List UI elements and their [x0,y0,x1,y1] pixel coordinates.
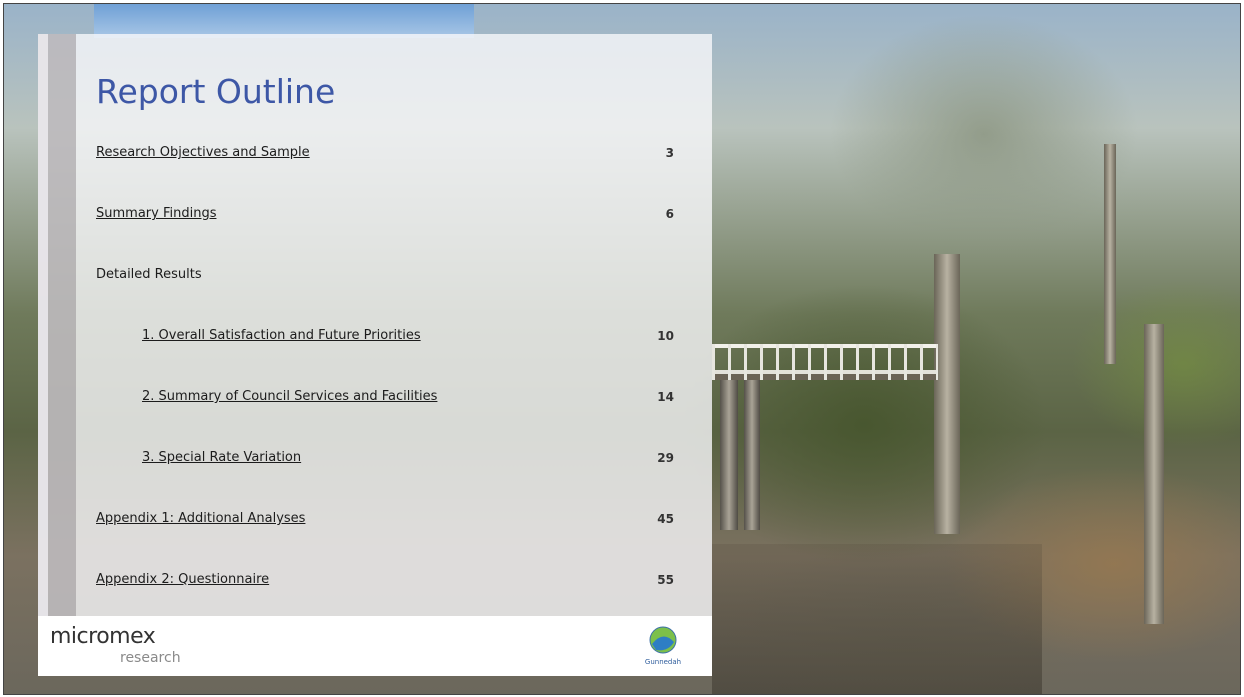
background-river [712,544,1042,694]
toc-row-appendix-2[interactable]: Appendix 2: Questionnaire 55 [96,568,674,592]
gunnedah-council-logo-icon: Gunnedah [638,622,688,672]
toc-page-number: 29 [657,451,674,465]
panel-side-bar [38,34,76,616]
toc-row-appendix-1[interactable]: Appendix 1: Additional Analyses 45 [96,507,674,531]
toc-row-research-objectives[interactable]: Research Objectives and Sample 3 [96,141,674,165]
toc-row-council-services[interactable]: 2. Summary of Council Services and Facil… [142,385,674,409]
toc-page-number: 45 [657,512,674,526]
toc-page-number: 6 [665,207,674,221]
toc-row-special-rate-variation[interactable]: 3. Special Rate Variation 29 [142,446,674,470]
toc-label[interactable]: Appendix 1: Additional Analyses [96,507,305,531]
toc-page-number: 14 [657,390,674,404]
background-sky [94,4,474,38]
background-bridge [712,344,938,380]
logo-wordmark: micromex [50,624,156,649]
page-title: Report Outline [96,72,336,111]
micromex-research-logo: micromex research [50,624,210,670]
toc-row-detailed-results: Detailed Results [96,263,674,287]
background-tree-trunk [1104,144,1116,364]
toc-label[interactable]: 3. Special Rate Variation [142,446,301,470]
logo-caption: Gunnedah [645,658,681,666]
toc-page-number: 10 [657,329,674,343]
toc-label[interactable]: Research Objectives and Sample [96,141,310,165]
background-tree-trunk [1144,324,1164,624]
toc-page-number: 55 [657,573,674,587]
toc-label[interactable]: Appendix 2: Questionnaire [96,568,269,592]
background-bridge-pillar [744,380,760,530]
logo-subtext: research [120,650,181,666]
footer-bar: micromex research Gunnedah [38,616,712,676]
background-bridge-pillar [720,380,738,530]
slide: Report Outline Research Objectives and S… [3,3,1241,695]
toc-label: Detailed Results [96,267,202,282]
toc-row-overall-satisfaction[interactable]: 1. Overall Satisfaction and Future Prior… [142,324,674,348]
toc-label[interactable]: Summary Findings [96,202,216,226]
toc-label[interactable]: 1. Overall Satisfaction and Future Prior… [142,324,421,348]
toc-label[interactable]: 2. Summary of Council Services and Facil… [142,385,437,409]
toc-page-number: 3 [665,146,674,160]
background-tree-trunk [934,254,960,534]
toc-row-summary-findings[interactable]: Summary Findings 6 [96,202,674,226]
